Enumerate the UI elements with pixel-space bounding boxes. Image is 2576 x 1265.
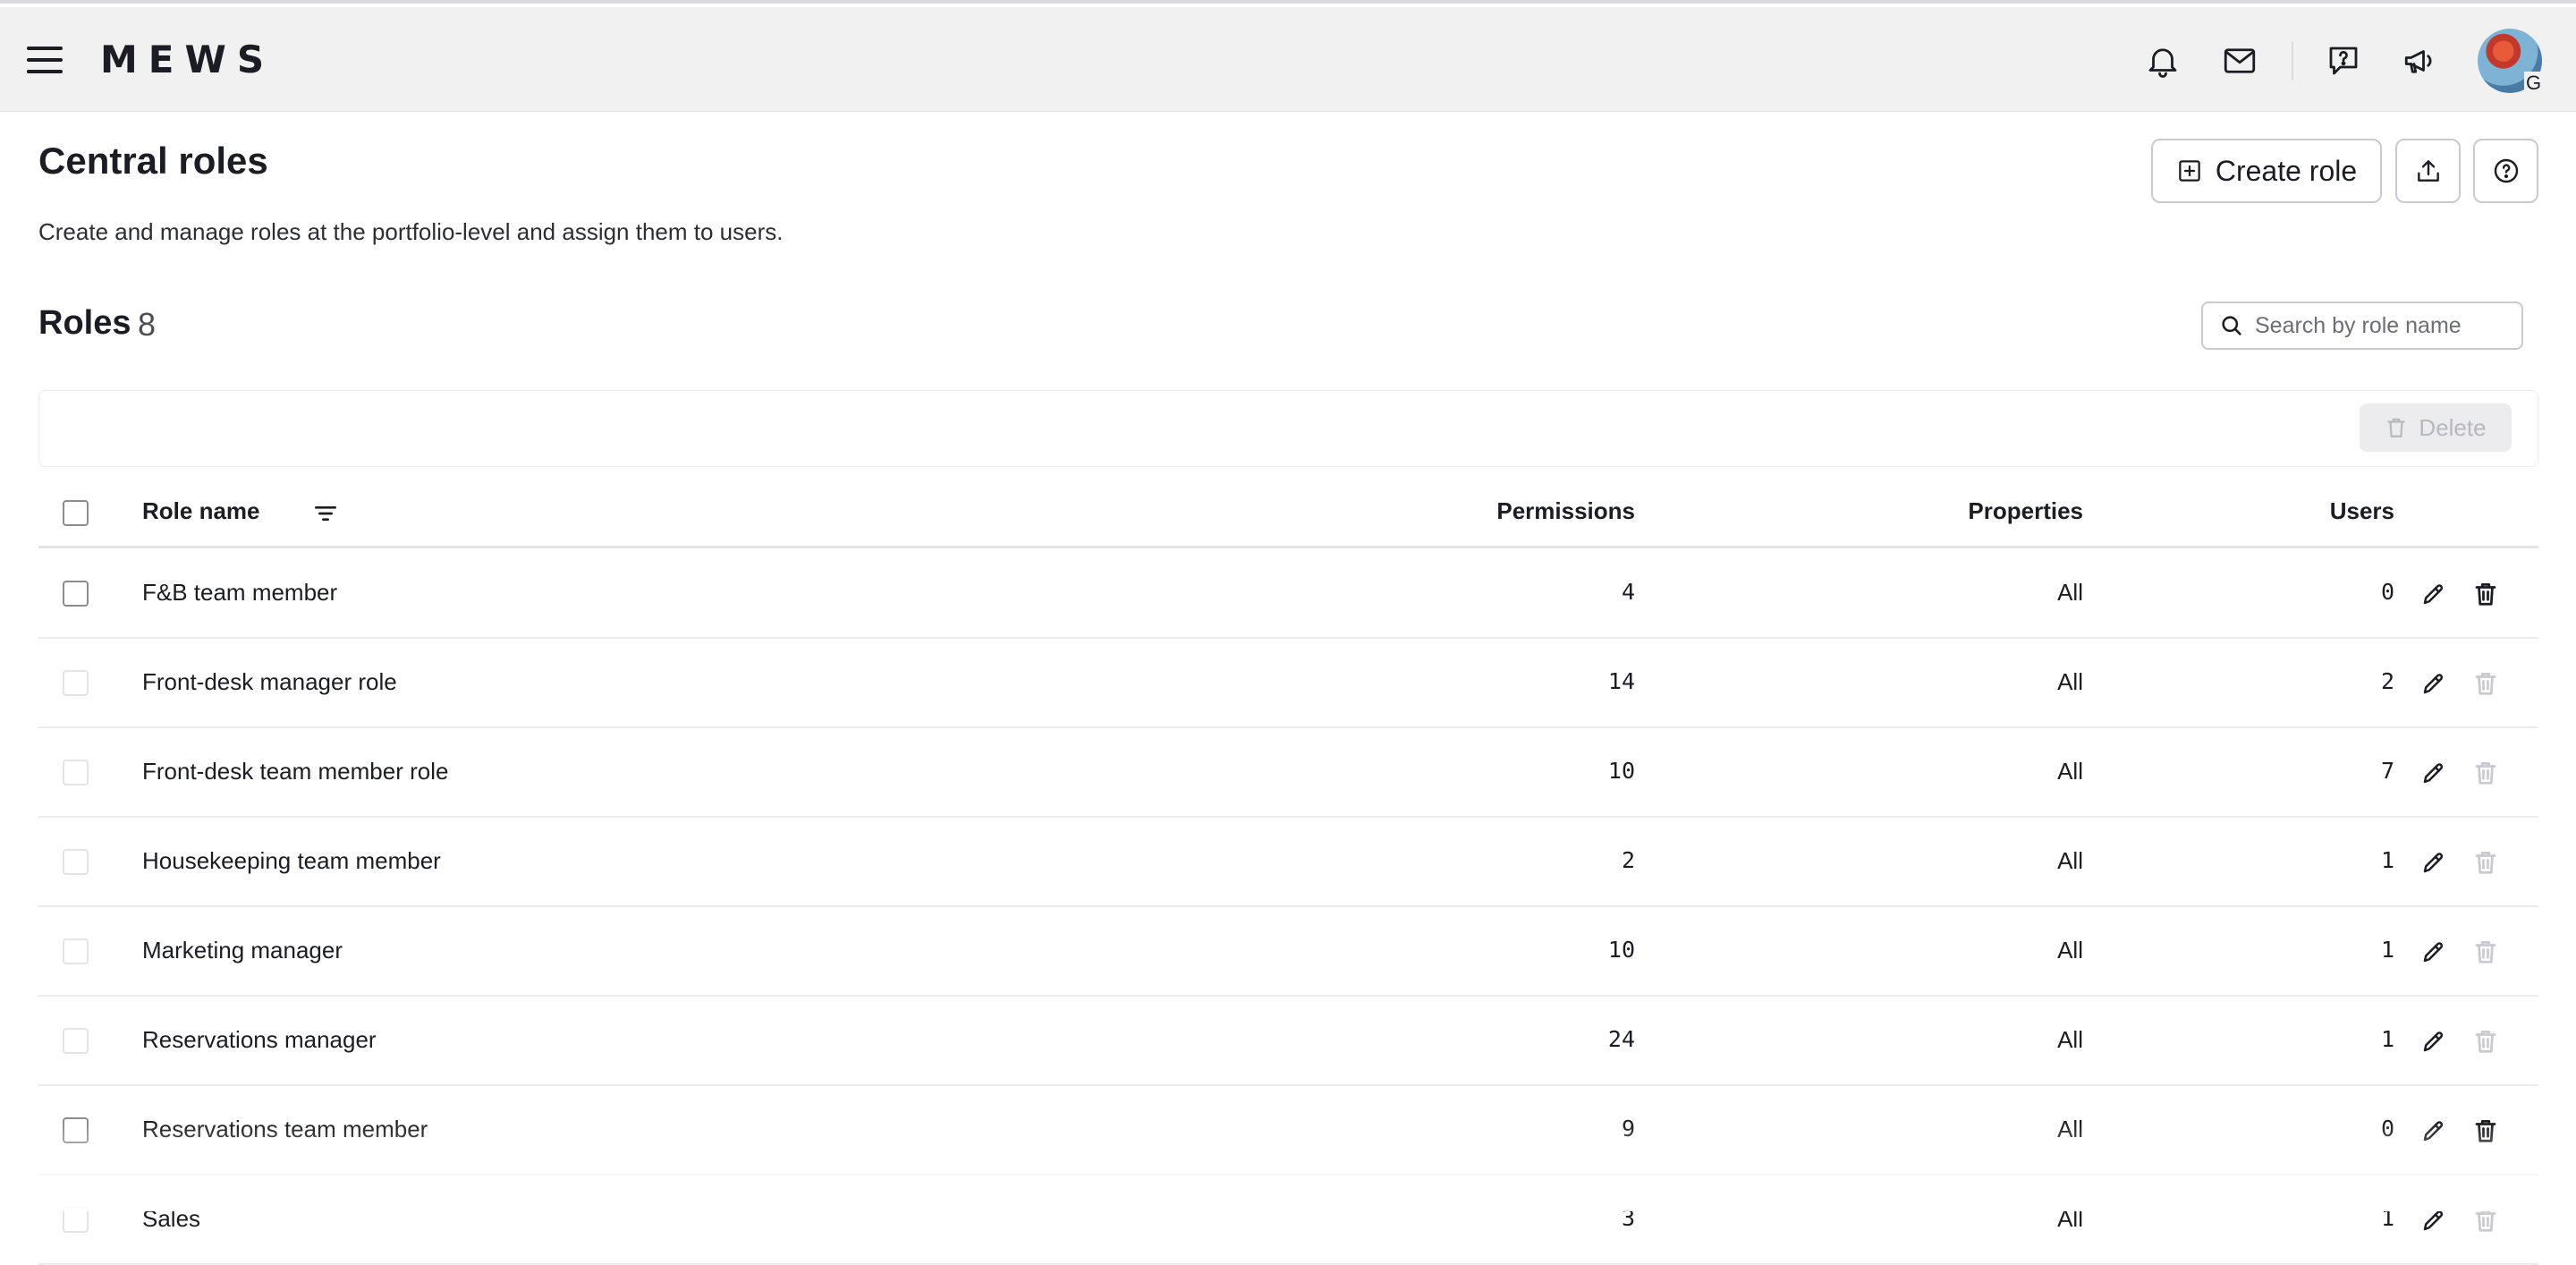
users-count: 0 <box>2380 579 2394 605</box>
table-row[interactable]: Front-desk team member role 10 All 7 <box>38 728 2538 818</box>
role-name[interactable]: F&B team member <box>142 579 337 607</box>
delete-icon <box>2468 934 2504 970</box>
properties-value: All <box>2057 758 2083 785</box>
role-name[interactable]: Housekeeping team member <box>142 847 441 875</box>
role-name[interactable]: Front-desk team member role <box>142 758 448 785</box>
help-chat-icon[interactable] <box>2322 39 2365 82</box>
export-button[interactable] <box>2395 139 2461 203</box>
table-header: Role name Permissions Properties Users <box>38 478 2538 548</box>
properties-value: All <box>2057 1205 2083 1232</box>
permissions-count: 9 <box>1621 1116 1635 1142</box>
row-checkbox[interactable] <box>63 581 89 607</box>
delete-icon <box>2468 845 2504 880</box>
delete-label: Delete <box>2419 413 2487 441</box>
permissions-count: 2 <box>1621 847 1635 873</box>
role-name[interactable]: Sales <box>142 1205 200 1233</box>
trash-icon <box>2387 418 2406 437</box>
create-role-button[interactable]: Create role <box>2151 139 2382 203</box>
edit-icon[interactable] <box>2416 755 2452 791</box>
properties-value: All <box>2057 668 2083 695</box>
delete-icon <box>2468 1202 2504 1238</box>
table-row[interactable]: Reservations team member 9 All 0 <box>38 1086 2538 1176</box>
permissions-count: 3 <box>1621 1205 1635 1231</box>
permissions-count: 10 <box>1607 758 1635 784</box>
table-row[interactable]: Reservations manager 24 All 1 <box>38 997 2538 1086</box>
users-count: 2 <box>2380 668 2394 694</box>
row-checkbox <box>63 670 89 696</box>
top-divider <box>2292 41 2293 81</box>
edit-icon[interactable] <box>2416 666 2452 701</box>
search-icon <box>2222 316 2241 335</box>
row-checkbox <box>63 1028 89 1054</box>
bulk-action-bar <box>38 390 2538 467</box>
role-name[interactable]: Marketing manager <box>142 937 343 964</box>
column-role-name[interactable]: Role name <box>142 497 260 525</box>
properties-value: All <box>2057 847 2083 874</box>
table-row[interactable]: Sales 3 All 1 <box>38 1176 2538 1265</box>
edit-icon[interactable] <box>2416 576 2452 612</box>
users-count: 7 <box>2380 758 2394 784</box>
column-permissions[interactable]: Permissions <box>1496 497 1635 525</box>
edit-icon[interactable] <box>2416 845 2452 880</box>
role-name[interactable]: Front-desk manager role <box>142 668 397 696</box>
mail-icon[interactable] <box>2218 39 2261 82</box>
users-count: 1 <box>2380 847 2394 873</box>
users-count: 0 <box>2380 1116 2394 1142</box>
menu-icon[interactable] <box>27 47 63 73</box>
row-checkbox <box>63 760 89 785</box>
permissions-count: 10 <box>1607 937 1635 963</box>
row-checkbox <box>63 1207 89 1233</box>
help-button[interactable] <box>2473 139 2538 203</box>
properties-value: All <box>2057 1116 2083 1142</box>
upload-icon <box>2417 160 2439 182</box>
permissions-count: 14 <box>1607 668 1635 694</box>
table-row[interactable]: F&B team member 4 All 0 <box>38 549 2538 639</box>
table-row[interactable]: Marketing manager 10 All 1 <box>38 907 2538 997</box>
properties-value: All <box>2057 579 2083 606</box>
delete-icon[interactable] <box>2468 1113 2504 1149</box>
row-checkbox <box>63 849 89 875</box>
role-name[interactable]: Reservations team member <box>142 1116 428 1143</box>
row-checkbox <box>63 938 89 964</box>
properties-value: All <box>2057 1026 2083 1053</box>
select-all-checkbox[interactable] <box>63 500 89 526</box>
roles-count: 8 <box>138 306 157 343</box>
top-bar: MEWS G <box>0 7 2576 112</box>
delete-icon <box>2468 1023 2504 1059</box>
row-checkbox[interactable] <box>63 1117 89 1143</box>
page-title: Central roles <box>38 140 268 182</box>
edit-icon[interactable] <box>2416 934 2452 970</box>
page-description: Create and manage roles at the portfolio… <box>38 218 784 245</box>
column-properties[interactable]: Properties <box>1968 497 2083 525</box>
users-count: 1 <box>2380 937 2394 963</box>
users-count: 1 <box>2380 1026 2394 1052</box>
table-row[interactable]: Housekeeping team member 2 All 1 <box>38 818 2538 907</box>
megaphone-icon[interactable] <box>2399 39 2442 82</box>
search-input[interactable] <box>2255 312 2505 339</box>
users-count: 1 <box>2380 1205 2394 1231</box>
properties-value: All <box>2057 937 2083 964</box>
edit-icon[interactable] <box>2416 1113 2452 1149</box>
bell-icon[interactable] <box>2141 39 2184 82</box>
bulk-delete-button[interactable]: Delete <box>2360 403 2512 452</box>
filter-icon[interactable] <box>311 499 340 528</box>
mews-logo[interactable]: MEWS <box>100 32 275 86</box>
edit-icon[interactable] <box>2416 1023 2452 1059</box>
edit-icon[interactable] <box>2416 1202 2452 1238</box>
column-users[interactable]: Users <box>2330 497 2394 525</box>
delete-icon[interactable] <box>2468 576 2504 612</box>
permissions-count: 4 <box>1621 579 1635 605</box>
table-row[interactable]: Front-desk manager role 14 All 2 <box>38 639 2538 728</box>
role-name[interactable]: Reservations manager <box>142 1026 377 1054</box>
delete-icon <box>2468 755 2504 791</box>
question-circle-icon <box>2494 158 2518 183</box>
plus-square-icon <box>2179 160 2200 182</box>
permissions-count: 24 <box>1607 1026 1635 1052</box>
app-frame: MEWS G Central roles Create and manage r… <box>0 0 2576 1265</box>
roles-heading: Roles <box>38 304 131 342</box>
create-role-label: Create role <box>2215 154 2358 187</box>
delete-icon <box>2468 666 2504 701</box>
avatar-initial: G <box>2524 72 2544 95</box>
search-field[interactable] <box>2201 301 2523 350</box>
